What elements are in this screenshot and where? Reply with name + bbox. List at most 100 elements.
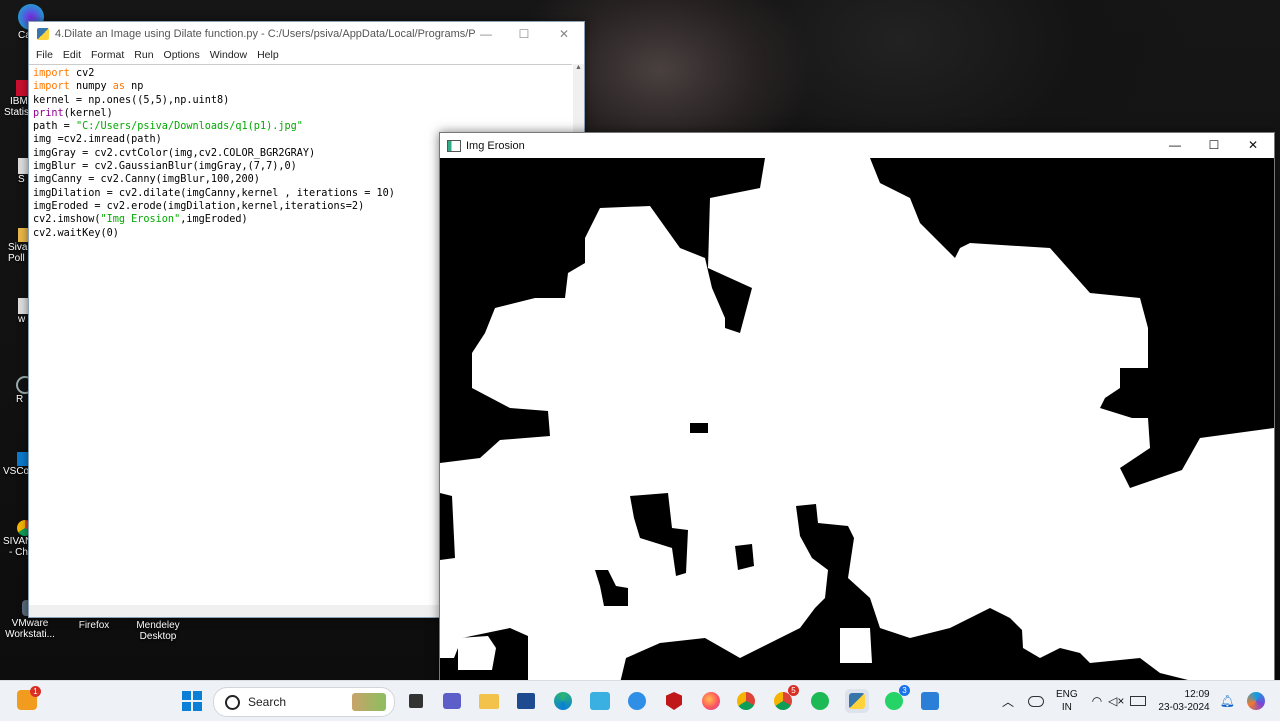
taskbar-spotify[interactable] (808, 689, 832, 713)
idle-window-title: 4.Dilate an Image using Dilate function.… (55, 28, 475, 40)
menu-help[interactable]: Help (257, 49, 279, 61)
folder-icon (479, 693, 499, 709)
menu-window[interactable]: Window (210, 49, 247, 61)
cv-window-title: Img Erosion (466, 139, 525, 152)
taskbar-mylo[interactable] (588, 689, 612, 713)
code-line: import numpy as np (33, 80, 568, 93)
notification-badge: 1 (30, 686, 41, 697)
taskbar-file-explorer[interactable] (477, 689, 501, 713)
taskbar-python[interactable] (845, 689, 869, 713)
system-tray: ︿ ENG IN ◠ ◁× 12:09 23-03-2024 🔔︎ (1002, 681, 1265, 721)
menu-file[interactable]: File (36, 49, 53, 61)
code-token: img =cv2.imread(path) (33, 134, 162, 146)
onedrive-icon[interactable] (1028, 695, 1045, 707)
desktop-icon-label: Mendeley Desktop (136, 620, 180, 642)
cv-titlebar[interactable]: Img Erosion — ☐ ✕ (440, 133, 1274, 158)
code-token: import (33, 68, 70, 79)
volume-muted-icon[interactable]: ◁× (1108, 694, 1124, 708)
code-line: kernel = np.ones((5,5),np.uint8) (33, 94, 568, 107)
menu-format[interactable]: Format (91, 49, 124, 61)
desktop-icon-label: R (16, 394, 24, 405)
desktop-icon-label: w (18, 314, 26, 325)
eroded-image (440, 158, 1274, 683)
app-icon (590, 692, 610, 710)
code-token: path = (33, 121, 76, 133)
python-icon (37, 28, 49, 40)
code-token: numpy (69, 81, 113, 93)
menu-edit[interactable]: Edit (63, 49, 81, 61)
code-token: imgCanny = cv2.Canny(imgBlur,100,200) (33, 174, 260, 186)
code-token: cv2.waitKey(0) (33, 227, 119, 239)
scroll-up-icon[interactable]: ▲ (573, 64, 584, 71)
idle-menubar: File Edit Format Run Options Window Help (29, 46, 584, 64)
chevron-up-icon[interactable]: ︿ (1002, 693, 1014, 710)
taskbar-mcafee[interactable] (662, 689, 686, 713)
desktop-icon-label: Firefox (78, 620, 110, 631)
menu-run[interactable]: Run (134, 49, 153, 61)
taskbar-store[interactable] (514, 689, 538, 713)
maximize-button[interactable]: ☐ (1195, 133, 1233, 157)
desktop-icon-ibm-statistics[interactable]: IBM Statis (4, 80, 30, 118)
close-button[interactable]: ✕ (545, 22, 583, 46)
search-icon (225, 694, 240, 710)
desktop-icon-label: IBM (10, 96, 28, 107)
code-token: print (33, 107, 64, 119)
code-token: cv2.imshow( (33, 214, 101, 226)
taskbar-opencv-window[interactable] (918, 689, 942, 713)
eroded-image-canvas (440, 158, 1274, 683)
code-token: imgDilation = cv2.dilate(imgCanny,kernel… (33, 187, 395, 199)
code-token: (kernel) (63, 107, 113, 119)
taskbar-firefox[interactable] (699, 689, 723, 713)
chrome-badge: 5 (788, 685, 799, 696)
code-line: print(kernel) (33, 107, 568, 120)
start-button[interactable] (180, 689, 204, 713)
region-label: IN (1061, 702, 1072, 713)
clock-time: 12:09 (1184, 689, 1210, 700)
clock[interactable]: 12:09 23-03-2024 (1158, 688, 1209, 714)
battery-icon[interactable] (1130, 696, 1147, 706)
wifi-icon[interactable]: ◠ (1092, 694, 1102, 708)
edge-icon (554, 692, 572, 710)
code-token: ,imgEroded) (180, 214, 248, 226)
taskbar-app-blue[interactable] (625, 689, 649, 713)
task-view-icon (409, 694, 423, 708)
taskbar-chrome-profile[interactable]: 5 (771, 685, 799, 713)
desktop-icon-firefox[interactable]: Firefox (64, 620, 124, 631)
weather-widget[interactable]: 1 (17, 686, 41, 710)
menu-options[interactable]: Options (164, 49, 200, 61)
language-indicator[interactable]: ENG IN (1056, 688, 1078, 714)
search-label: Search (248, 695, 287, 709)
taskbar-chrome[interactable] (734, 689, 758, 713)
copilot-icon[interactable] (1246, 692, 1265, 710)
notification-bell-icon[interactable]: 🔔︎ (1220, 694, 1235, 708)
minimize-button[interactable]: — (467, 22, 505, 46)
taskbar: 1 Search 5 3 ︿ ENG IN ◠ ◁× 12:09 23-03-2… (0, 680, 1280, 721)
taskbar-edge[interactable] (551, 689, 575, 713)
code-token: import (33, 81, 70, 93)
taskbar-teams[interactable] (440, 689, 464, 713)
maximize-button[interactable]: ☐ (505, 22, 543, 46)
language-label: ENG (1056, 689, 1078, 700)
desktop-icon-mendeley[interactable]: Mendeley Desktop (128, 620, 188, 642)
close-button[interactable]: ✕ (1234, 133, 1272, 157)
desktop-icon-label: VMware Workstati... (5, 618, 55, 640)
store-icon (517, 693, 535, 709)
taskbar-search[interactable]: Search (213, 687, 395, 717)
chrome-icon (737, 692, 755, 710)
desktop-icon-vscode[interactable]: VSCo (3, 452, 31, 477)
code-token: "Img Erosion" (100, 214, 181, 226)
taskbar-whatsapp[interactable]: 3 (882, 685, 910, 713)
task-view-button[interactable] (404, 689, 428, 713)
clock-date: 23-03-2024 (1158, 702, 1210, 713)
code-token: as (112, 81, 126, 93)
teams-icon (443, 693, 461, 709)
firefox-icon (702, 692, 720, 710)
image-window-icon (921, 692, 939, 710)
code-token: np (125, 81, 144, 93)
code-line: import cv2 (33, 67, 568, 80)
code-token: imgBlur = cv2.GaussianBlur(imgGray,(7,7)… (33, 161, 297, 173)
idle-titlebar[interactable]: 4.Dilate an Image using Dilate function.… (29, 22, 584, 46)
python-icon (849, 693, 865, 709)
whatsapp-badge: 3 (899, 685, 910, 696)
minimize-button[interactable]: — (1156, 133, 1194, 157)
